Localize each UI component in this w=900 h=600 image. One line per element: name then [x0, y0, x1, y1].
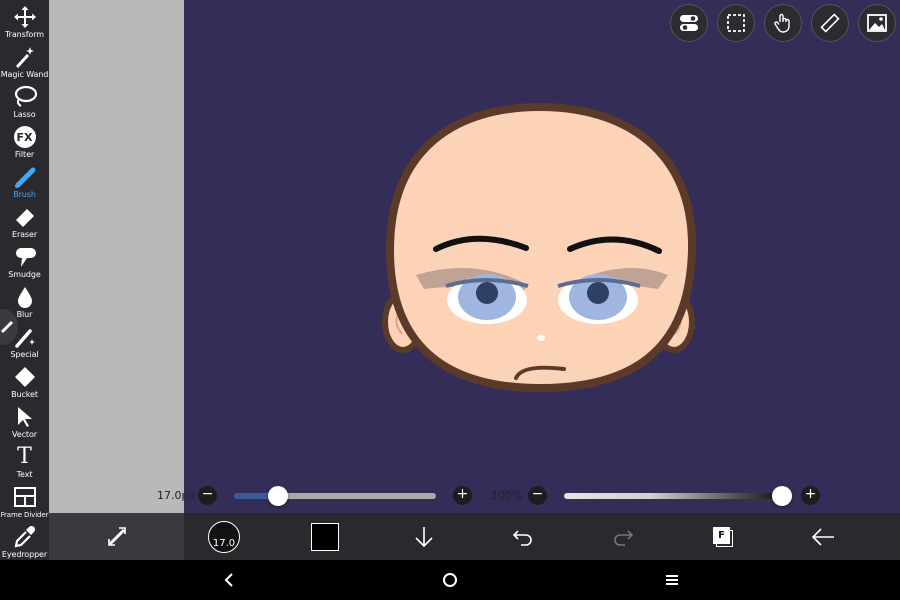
- opacity-thumb[interactable]: [772, 486, 792, 506]
- tool-bucket[interactable]: Bucket: [0, 364, 49, 404]
- bottom-toolbar: 17.0 F: [49, 513, 900, 560]
- tool-vector[interactable]: Vector: [0, 404, 49, 444]
- circle-home-icon: [443, 573, 457, 587]
- tool-label: Eyedropper: [1, 550, 48, 559]
- image-icon: [867, 14, 887, 32]
- tool-eraser[interactable]: Eraser: [0, 204, 49, 244]
- drawing-canvas[interactable]: [184, 0, 900, 513]
- dashed-selection-icon: [727, 14, 745, 32]
- touch-mode-button[interactable]: [764, 4, 802, 42]
- text-icon: T: [17, 444, 32, 469]
- download-button[interactable]: [404, 513, 444, 560]
- opacity-plus-button[interactable]: +: [801, 486, 820, 505]
- brush-size-preview-button[interactable]: 17.0: [204, 513, 244, 560]
- tool-label: Bucket: [11, 390, 38, 399]
- system-navigation-bar: [0, 560, 900, 600]
- eraser-icon: [13, 204, 37, 230]
- brush-transform-icon: [107, 526, 126, 546]
- arrow-down-icon: [415, 526, 433, 547]
- drop-icon: [13, 284, 37, 310]
- tool-brush[interactable]: Brush: [0, 164, 49, 204]
- brush-size-label: 17.0px: [157, 489, 195, 502]
- undo-icon: [512, 529, 532, 546]
- brush-size-minus-button[interactable]: −: [198, 486, 217, 505]
- menu-lines-icon: [666, 575, 678, 585]
- tool-label: Eraser: [11, 230, 38, 239]
- tool-frame-divider[interactable]: Frame Divider: [0, 484, 49, 524]
- tool-lasso[interactable]: Lasso: [0, 84, 49, 124]
- selection-button[interactable]: [717, 4, 755, 42]
- adjust-toggle-button[interactable]: [670, 4, 708, 42]
- system-recents-button[interactable]: [657, 560, 687, 600]
- lasso-icon: [13, 84, 37, 110]
- opacity-slider[interactable]: [564, 493, 782, 499]
- bucket-icon: [13, 364, 37, 390]
- tool-label: Filter: [14, 150, 35, 159]
- chevron-left-icon: [224, 573, 233, 587]
- ruler-icon: [820, 13, 840, 33]
- layers-icon: F: [711, 525, 735, 549]
- system-home-button[interactable]: [435, 560, 465, 600]
- brush-icon: [13, 164, 37, 190]
- hand-pointer-icon: [774, 13, 790, 33]
- brush-size-plus-button[interactable]: +: [453, 486, 472, 505]
- page-margin: [49, 0, 184, 513]
- redo-icon: [614, 529, 634, 546]
- opacity-label: 100%: [491, 489, 523, 502]
- tool-label: Frame Divider: [0, 511, 49, 519]
- tool-text[interactable]: T Text: [0, 444, 49, 484]
- chibi-head-artwork: [382, 102, 697, 393]
- move-arrows-icon: [13, 4, 37, 30]
- opacity-minus-button[interactable]: −: [528, 486, 547, 505]
- tool-filter[interactable]: FX Filter: [0, 124, 49, 164]
- eyedropper-icon: [13, 524, 37, 550]
- tool-label: Special: [10, 350, 39, 359]
- tool-transform[interactable]: Transform: [0, 4, 49, 44]
- tool-label: Magic Wand: [0, 70, 49, 79]
- tool-magic-wand[interactable]: Magic Wand: [0, 44, 49, 84]
- pointer-icon: [13, 404, 37, 430]
- tool-label: Brush: [13, 190, 36, 199]
- layers-button[interactable]: F: [703, 513, 743, 560]
- tool-label: Transform: [5, 30, 44, 39]
- arrow-left-icon: [811, 527, 834, 546]
- color-swatch: [311, 522, 339, 551]
- app-window: Transform Magic Wand Lasso FX Filter Bru…: [0, 0, 900, 600]
- tool-label: Vector: [12, 430, 37, 439]
- tool-label: Lasso: [13, 110, 36, 119]
- tool-panel: Transform Magic Wand Lasso FX Filter Bru…: [0, 0, 49, 560]
- tool-label: Smudge: [8, 270, 41, 279]
- tool-label: Blur: [16, 310, 33, 319]
- frame-divider-icon: [13, 484, 37, 510]
- smudge-icon: [13, 244, 37, 270]
- undo-button[interactable]: [503, 513, 543, 560]
- brush-size-preview: 17.0: [208, 520, 240, 553]
- material-button[interactable]: [858, 4, 896, 42]
- tool-eyedropper[interactable]: Eyedropper: [0, 524, 49, 564]
- redo-button[interactable]: [603, 513, 643, 560]
- tool-smudge[interactable]: Smudge: [0, 244, 49, 284]
- ruler-icon: [0, 320, 14, 334]
- back-button[interactable]: [803, 513, 843, 560]
- brush-size-slider[interactable]: [234, 493, 436, 499]
- system-back-button[interactable]: [214, 560, 244, 600]
- color-button[interactable]: [305, 513, 345, 560]
- ruler-button[interactable]: [811, 4, 849, 42]
- tool-label: Text: [16, 470, 33, 479]
- ruler-snap-button[interactable]: [49, 513, 184, 560]
- magic-wand-icon: [13, 44, 37, 70]
- toggle-icon: [680, 15, 698, 31]
- fx-icon: FX: [13, 124, 37, 150]
